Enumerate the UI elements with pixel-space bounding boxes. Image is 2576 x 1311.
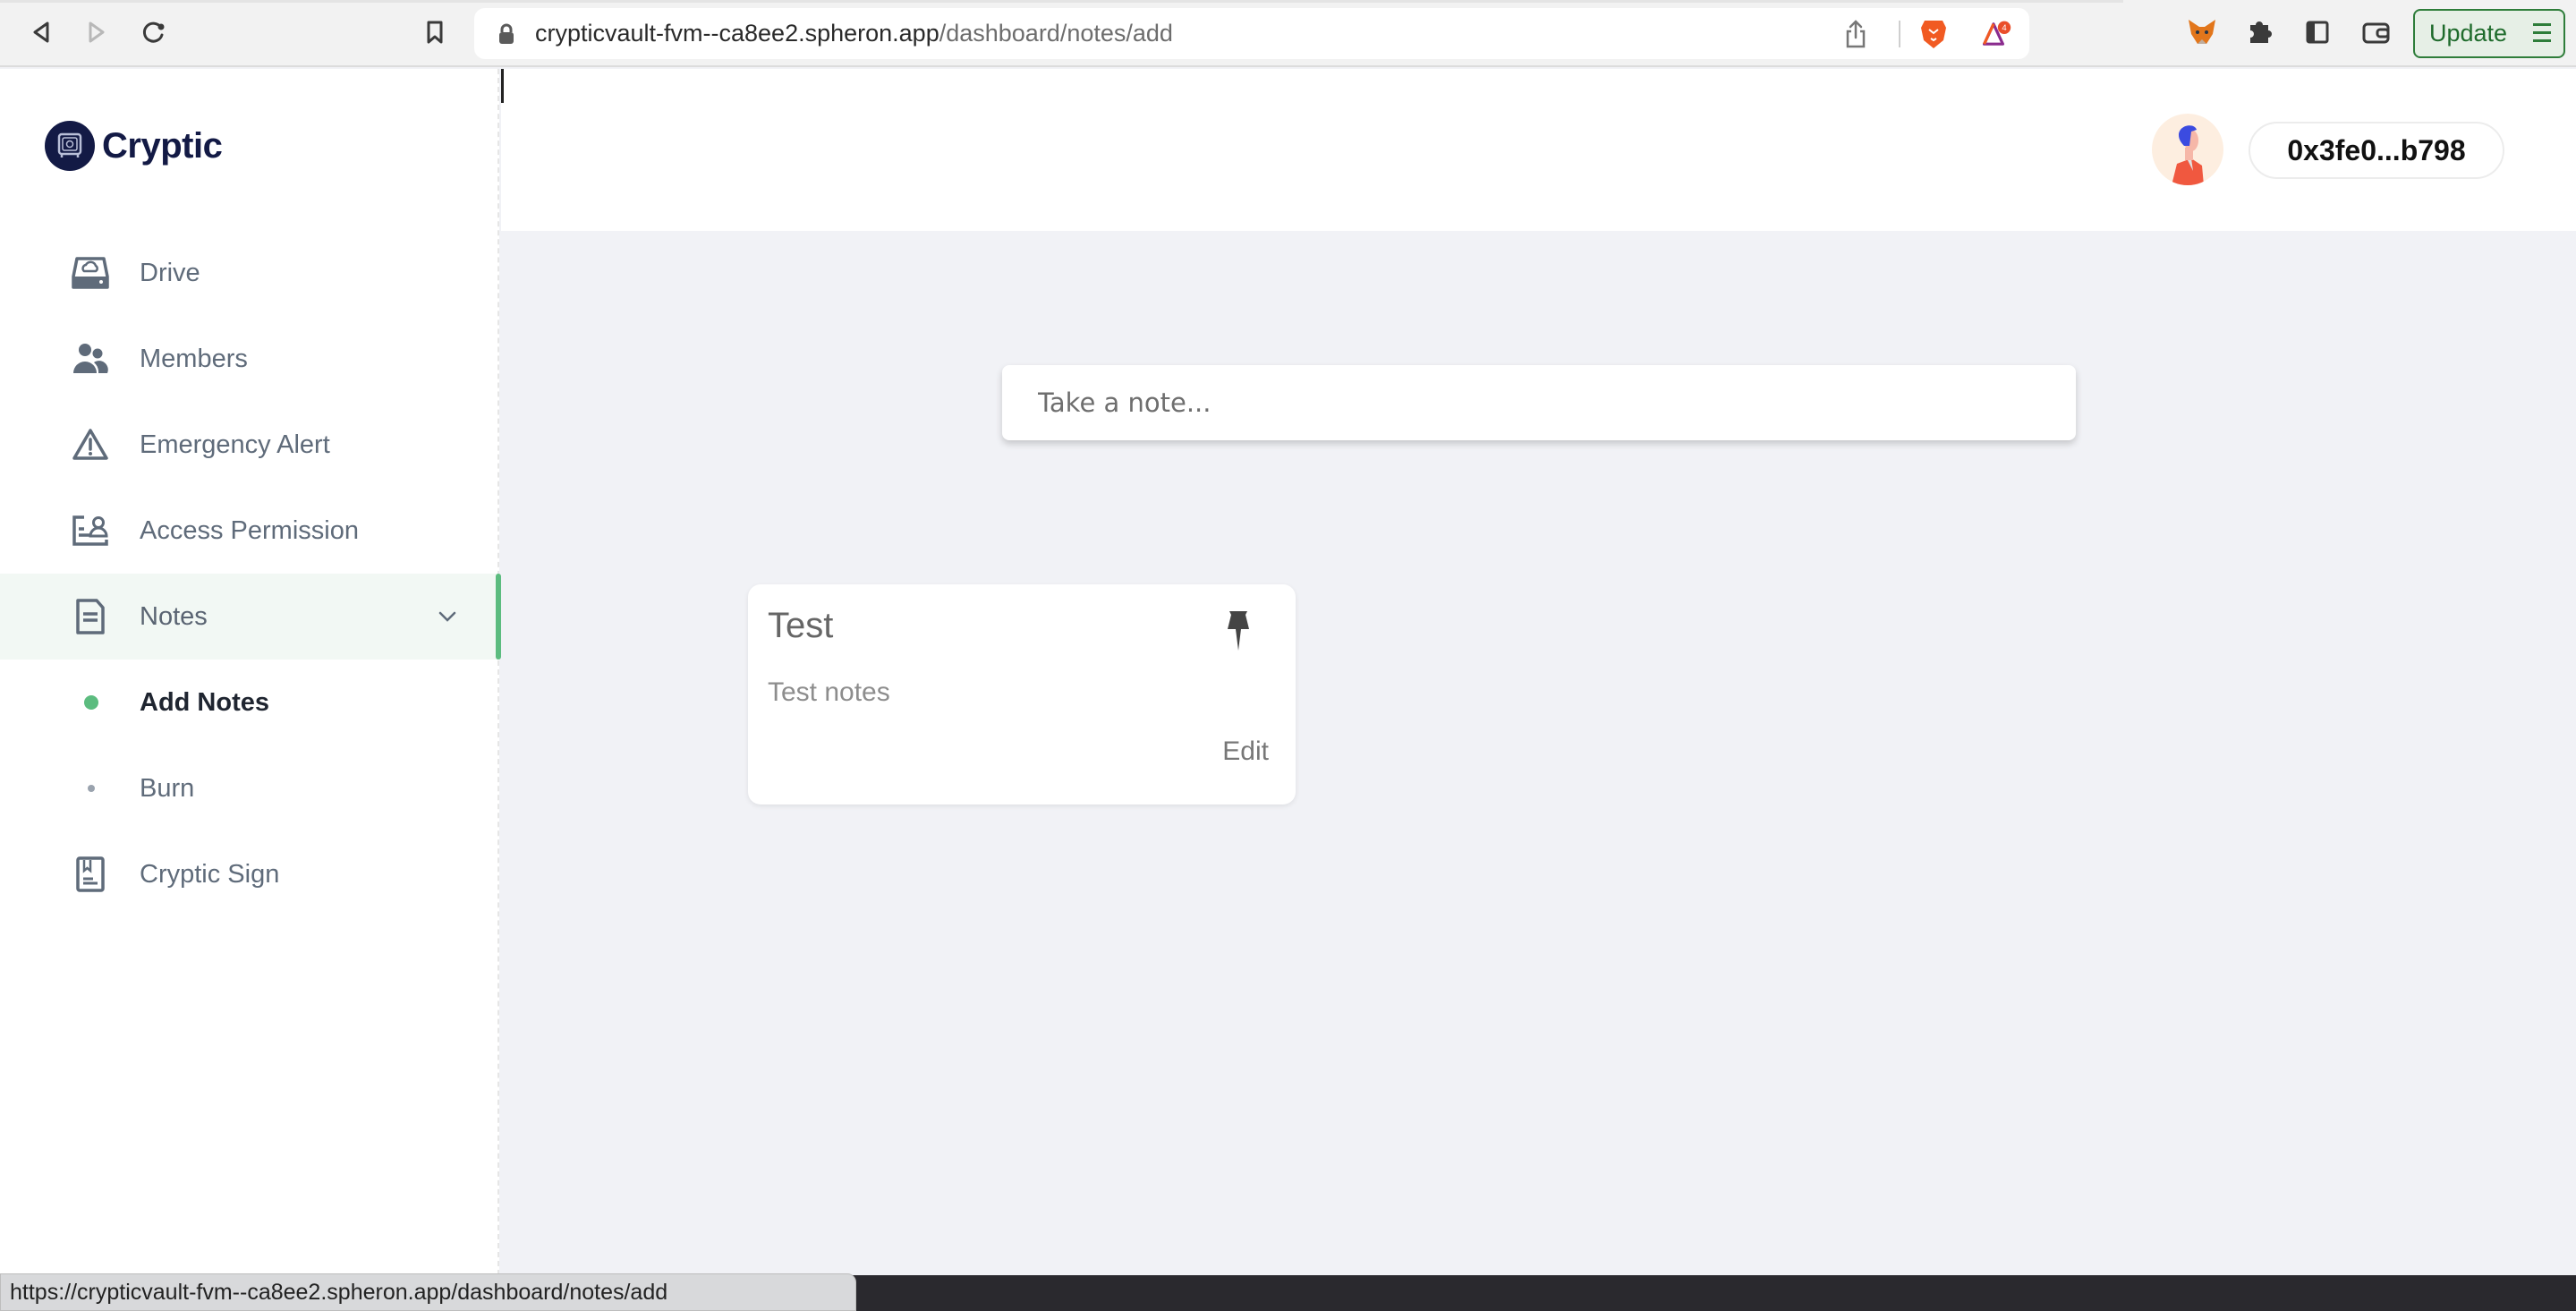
sidebar-item-label: Add Notes — [140, 687, 269, 717]
sidebar-item-emergency-alert[interactable]: Emergency Alert — [0, 402, 497, 488]
sidebar-subitem-burn[interactable]: Burn — [0, 745, 497, 831]
url-path: /dashboard/notes/add — [939, 20, 1173, 47]
puzzle-piece-icon[interactable] — [2244, 16, 2276, 48]
sidebar-item-drive[interactable]: Drive — [0, 230, 497, 316]
tab-strip — [0, 0, 2123, 3]
lock-icon — [497, 23, 515, 45]
sidebar: Cryptic Drive Members Emergency Alert Ac… — [0, 69, 501, 1275]
brave-lion-icon[interactable] — [1919, 20, 1948, 48]
sidebar-item-label: Drive — [140, 258, 200, 287]
url-host: crypticvault-fvm--ca8ee2.spheron.app — [535, 20, 939, 47]
warning-triangle-icon — [72, 426, 109, 464]
inactive-dot-icon — [88, 785, 95, 792]
text-cursor — [501, 69, 504, 103]
pin-icon[interactable] — [1222, 609, 1254, 654]
share-icon[interactable] — [1841, 20, 1870, 48]
active-indicator — [496, 574, 501, 660]
wallet-icon[interactable] — [2360, 16, 2393, 48]
update-button[interactable]: Update — [2413, 9, 2565, 58]
sidebar-item-label: Emergency Alert — [140, 430, 330, 459]
hamburger-menu-icon — [2533, 23, 2551, 45]
rewards-badge-count: 4 — [2002, 23, 2007, 33]
members-icon — [72, 340, 109, 378]
avatar[interactable] — [2152, 114, 2223, 185]
sidebar-subitem-add-notes[interactable]: Add Notes — [0, 660, 497, 745]
note-card[interactable]: Test Test notes Edit — [748, 584, 1296, 804]
note-body: Test notes — [768, 677, 890, 707]
sidebar-item-label: Notes — [140, 601, 208, 631]
sidebar-item-cryptic-sign[interactable]: Cryptic Sign — [0, 831, 497, 917]
user-avatar-icon — [2172, 125, 2204, 185]
edit-note-button[interactable]: Edit — [1222, 736, 1269, 767]
sidebar-item-label: Access Permission — [140, 515, 359, 545]
address-bar[interactable]: crypticvault-fvm--ca8ee2.spheron.app/das… — [474, 8, 2029, 59]
update-label: Update — [2429, 20, 2508, 47]
sidebar-item-access-permission[interactable]: Access Permission — [0, 488, 497, 574]
brand-name: Cryptic — [102, 125, 223, 166]
bookmark-icon[interactable] — [419, 16, 451, 48]
access-permission-icon — [72, 512, 109, 549]
back-arrow-icon[interactable] — [25, 16, 57, 48]
browser-toolbar: crypticvault-fvm--ca8ee2.spheron.app/das… — [0, 0, 2576, 67]
sidebar-item-notes[interactable]: Notes — [0, 574, 501, 660]
sidebar-item-members[interactable]: Members — [0, 316, 497, 402]
active-dot-icon — [84, 695, 98, 710]
url-text[interactable]: crypticvault-fvm--ca8ee2.spheron.app/das… — [535, 20, 1173, 47]
brave-rewards-icon[interactable]: 4 — [1983, 20, 2011, 48]
status-url-tooltip: https://crypticvault-fvm--ca8ee2.spheron… — [0, 1273, 856, 1311]
sign-bookmark-icon — [72, 856, 109, 893]
chevron-down-icon[interactable] — [437, 606, 458, 627]
address-bar-divider — [1899, 21, 1900, 47]
metamask-fox-icon[interactable] — [2186, 16, 2218, 48]
sidebar-item-label: Members — [140, 344, 248, 373]
document-icon — [72, 598, 109, 635]
sidebar-item-label: Burn — [140, 773, 195, 803]
sidebar-item-label: Cryptic Sign — [140, 859, 280, 889]
brand-logo[interactable]: Cryptic — [45, 121, 223, 171]
wallet-address-button[interactable]: 0x3fe0...b798 — [2249, 122, 2504, 179]
vault-logo-icon — [45, 121, 95, 171]
sidebar-toggle-icon[interactable] — [2301, 16, 2334, 48]
reload-icon[interactable] — [138, 16, 170, 48]
forward-arrow-icon[interactable] — [81, 16, 113, 48]
note-title: Test — [768, 606, 834, 645]
drive-cloud-icon — [72, 254, 109, 292]
take-note-input[interactable] — [1002, 365, 2076, 440]
